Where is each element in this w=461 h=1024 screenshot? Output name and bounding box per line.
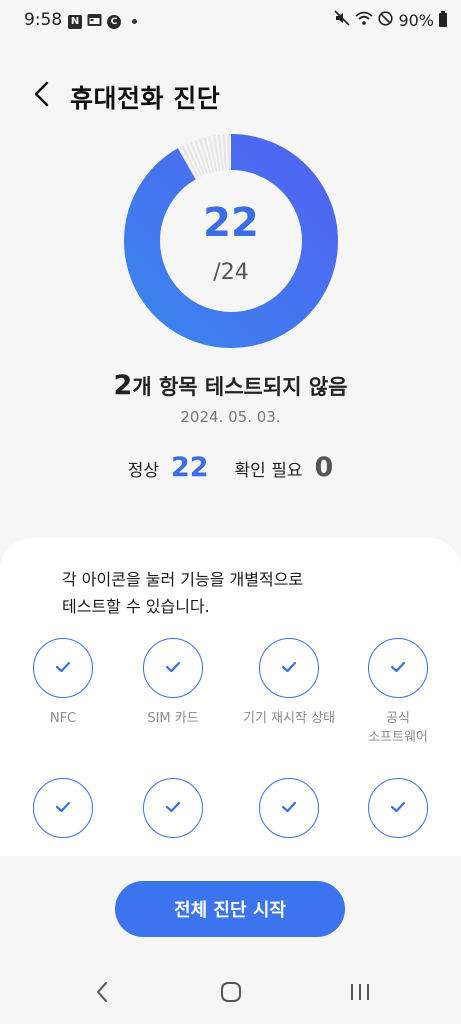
chevron-left-icon (32, 81, 52, 111)
battery-percent: 90% (398, 10, 434, 30)
needs-check-label: 확인 필요 (234, 461, 303, 481)
tests-description: 각 아이콘을 눌러 기능을 개별적으로 테스트할 수 있습니다. (62, 570, 304, 616)
test-item-5[interactable] (8, 778, 118, 838)
test-label: 기기 재시작 상태 (243, 711, 335, 726)
normal-label: 정상 (127, 461, 159, 481)
result-summary: 정상 22 확인 필요 0 (0, 452, 461, 483)
more-notifications-dot (132, 19, 137, 24)
diagnosis-date: 2024. 05. 03. (180, 408, 281, 426)
test-circle (368, 778, 428, 838)
check-icon (280, 799, 298, 818)
page-title: 휴대전화 진단 (70, 84, 221, 113)
not-tested-count: 2 (113, 370, 133, 401)
test-label: NFC (49, 711, 77, 726)
test-item-6[interactable] (118, 778, 228, 838)
check-icon (389, 799, 407, 818)
nav-recents-icon (349, 982, 371, 1006)
test-item-7[interactable] (233, 778, 345, 838)
status-indicators: 90% (334, 10, 447, 30)
check-icon (389, 659, 407, 678)
test-nfc[interactable]: NFC (8, 638, 118, 728)
wifi-icon (355, 11, 374, 30)
passed-count: 22 (203, 200, 259, 246)
nav-home-icon (220, 981, 242, 1007)
diagnosis-progress-ring: 22 /24 (124, 134, 338, 348)
notification-icons: N C (68, 12, 137, 31)
test-sim-card[interactable]: SIM 카드 (118, 638, 228, 728)
test-circle (33, 778, 93, 838)
mute-icon (334, 10, 351, 30)
test-circle (259, 778, 319, 838)
back-button[interactable] (26, 80, 58, 112)
test-item-8[interactable] (343, 778, 453, 838)
test-circle (143, 778, 203, 838)
battery-icon (439, 11, 447, 27)
not-tested-text: 개 항목 테스트되지 않음 (132, 375, 348, 399)
c-app-icon: C (107, 14, 121, 29)
test-official-software[interactable]: 공식 소프트웨어 (343, 638, 453, 747)
test-circle (143, 638, 203, 698)
start-full-diagnosis-button[interactable]: 전체 진단 시작 (115, 881, 345, 937)
system-navigation-bar (0, 966, 461, 1022)
check-icon (280, 659, 298, 678)
needs-check-count: 0 (314, 452, 334, 483)
test-circle (368, 638, 428, 698)
status-bar: 9:58 N C 90% (0, 0, 461, 42)
check-icon (164, 799, 182, 818)
do-not-disturb-icon (378, 10, 394, 30)
test-circle (33, 638, 93, 698)
individual-tests-card: 각 아이콘을 눌러 기능을 개별적으로 테스트할 수 있습니다. NFC SIM… (0, 538, 461, 856)
nav-back-icon (94, 980, 110, 1008)
nav-home-button[interactable] (211, 976, 251, 1012)
nav-recents-button[interactable] (340, 976, 380, 1012)
total-count: /24 (213, 260, 249, 285)
status-time: 9:58 (24, 10, 63, 30)
test-circle (259, 638, 319, 698)
test-label: 공식 소프트웨어 (368, 711, 428, 745)
nav-back-button[interactable] (82, 976, 122, 1012)
test-restart-status[interactable]: 기기 재시작 상태 (233, 638, 345, 728)
calendar-app-icon (87, 12, 102, 31)
test-label: SIM 카드 (147, 711, 199, 726)
check-icon (54, 659, 72, 678)
naver-app-icon: N (68, 14, 82, 29)
check-icon (164, 659, 182, 678)
normal-count: 22 (170, 452, 209, 483)
check-icon (54, 799, 72, 818)
not-tested-message: 2개 항목 테스트되지 않음 (0, 370, 461, 401)
